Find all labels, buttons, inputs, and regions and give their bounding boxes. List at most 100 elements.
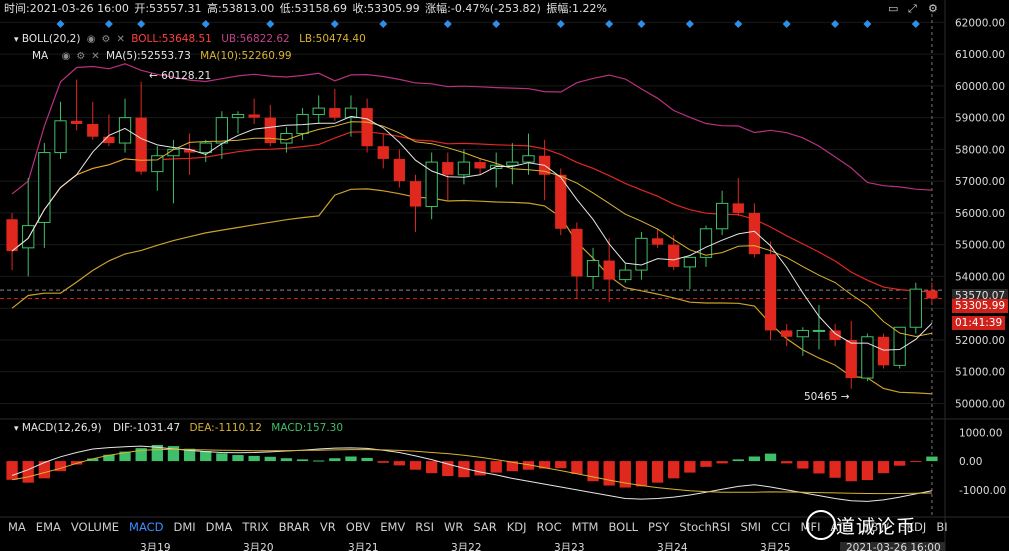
macd-bar <box>70 461 83 465</box>
watermark: 道诚论币 <box>836 516 917 538</box>
tab-smi[interactable]: SMI <box>740 520 761 534</box>
tab-mtm[interactable]: MTM <box>572 520 599 534</box>
signal-diamond <box>379 20 388 28</box>
tab-psy[interactable]: PSY <box>648 520 669 534</box>
candle-body-up <box>796 329 809 338</box>
macd-bar <box>264 456 276 462</box>
gear-icon[interactable]: ⚙ <box>76 51 85 62</box>
tab-dma[interactable]: DMA <box>206 520 233 534</box>
collapse-icon[interactable]: ▾ <box>14 35 19 45</box>
tab-vr[interactable]: VR <box>320 520 336 534</box>
signal-markers <box>56 20 920 28</box>
candle-body-up <box>38 152 51 223</box>
macd-bar <box>426 461 438 474</box>
gear-icon[interactable]: ⚙ <box>102 34 111 45</box>
candle-body-up <box>586 260 600 277</box>
tab-ema[interactable]: EMA <box>36 520 61 534</box>
tab-roc[interactable]: ROC <box>537 520 562 534</box>
fullscreen-icon[interactable]: ⤢ <box>908 2 917 16</box>
close-label: 收:53305.99 <box>352 2 420 15</box>
ma5-value: MA(5):52553.73 <box>106 50 191 62</box>
ma5-line <box>11 115 933 351</box>
signal-diamond <box>911 20 920 28</box>
y-tick-label: 59000.00 <box>955 113 1005 125</box>
candle-body-down <box>87 123 99 137</box>
signal-diamond <box>492 20 501 28</box>
macd-bar <box>764 453 777 462</box>
collapse-icon[interactable]: ▾ <box>14 424 19 434</box>
macd-bar <box>813 461 825 474</box>
tab-sar[interactable]: SAR <box>473 520 496 534</box>
candle-body-down <box>781 330 793 337</box>
y-tick-label: 60000.00 <box>955 81 1005 93</box>
tab-rsi[interactable]: RSI <box>415 520 434 534</box>
tab-stochrsi[interactable]: StochRSI <box>679 520 730 534</box>
tab-boll[interactable]: BOLL <box>608 520 638 534</box>
macd-tick-label: 0.00 <box>959 456 982 468</box>
eye-icon[interactable]: ◉ <box>87 34 96 45</box>
boll-bands <box>11 63 932 395</box>
eye-icon[interactable]: ◉ <box>62 51 71 62</box>
tab-bi[interactable]: BI <box>936 520 947 534</box>
macd-bar <box>910 461 922 463</box>
settings-icon[interactable]: ⚙ <box>928 2 938 15</box>
close-price-tag: 53305.99 <box>952 299 1009 313</box>
macd-bar <box>684 461 696 473</box>
candle-body-up <box>215 117 229 144</box>
x-tick-label: 3月21 <box>348 542 379 551</box>
macd-bar <box>280 458 293 462</box>
ma-legend-name: MA <box>32 50 49 62</box>
macd-bar <box>6 461 18 480</box>
macd-legend: ▾ MACD(12,26,9) DIF:-1031.47 DEA:-1110.1… <box>14 422 343 434</box>
macd-bar <box>409 461 422 470</box>
macd-bar <box>232 455 244 462</box>
change-label: 涨幅:-0.47%(-253.82) <box>425 2 541 15</box>
macd-bar <box>797 461 809 469</box>
y-tick-label: 62000.00 <box>955 17 1005 29</box>
candle-body-down <box>377 146 389 159</box>
tab-trix[interactable]: TRIX <box>242 520 268 534</box>
signal-diamond <box>637 20 646 28</box>
candle-body-down <box>926 290 938 299</box>
x-tick-label: 3月22 <box>451 542 482 551</box>
macd-bar <box>200 451 212 462</box>
candles <box>6 79 938 389</box>
tab-emv[interactable]: EMV <box>380 520 405 534</box>
close-icon[interactable]: ✕ <box>91 51 99 62</box>
tab-obv[interactable]: OBV <box>346 520 370 534</box>
signal-diamond <box>734 20 743 28</box>
macd-bar <box>38 461 50 479</box>
signal-diamond <box>330 20 339 28</box>
macd-tick-label: 1000.00 <box>959 427 1002 439</box>
candle-body-down <box>764 254 777 331</box>
macd-bar <box>393 461 406 466</box>
y-tick-label: 52000.00 <box>955 335 1005 347</box>
candle-body-up <box>22 225 35 249</box>
macd-bar <box>781 461 793 464</box>
chart-canvas[interactable]: 62000.00 61000.00 60000.00 59000.00 58000.00… <box>0 0 1009 551</box>
macd-bar <box>377 461 389 463</box>
macd-bar <box>716 461 728 464</box>
tab-wr[interactable]: WR <box>444 520 463 534</box>
tab-kdj[interactable]: KDJ <box>507 520 527 534</box>
amplitude-label: 振幅:1.22% <box>546 2 607 15</box>
tab-ma[interactable]: MA <box>8 520 26 534</box>
screenshot-icon[interactable]: ▭ <box>888 2 898 15</box>
candle-body-up <box>683 256 697 268</box>
ohlc-header: 时间:2021-03-26 16:00 开:53557.31 高:53813.0… <box>4 0 609 16</box>
candle-body-down <box>264 117 276 144</box>
tab-brar[interactable]: BRAR <box>279 520 310 534</box>
macd-bar <box>668 461 680 479</box>
macd-bar <box>894 461 906 466</box>
candle-body-down <box>70 120 83 124</box>
y-tick-label: 57000.00 <box>955 176 1005 188</box>
tab-macd[interactable]: MACD <box>129 520 163 534</box>
tab-cci[interactable]: CCI <box>771 520 790 534</box>
candle-body-down <box>603 260 615 280</box>
tab-dmi[interactable]: DMI <box>174 520 196 534</box>
close-icon[interactable]: ✕ <box>116 34 124 45</box>
macd-bar <box>651 461 664 483</box>
tab-volume[interactable]: VOLUME <box>71 520 119 534</box>
signal-diamond <box>605 20 614 28</box>
y-axis: 62000.00 61000.00 60000.00 59000.00 58000.00… <box>955 17 1006 497</box>
